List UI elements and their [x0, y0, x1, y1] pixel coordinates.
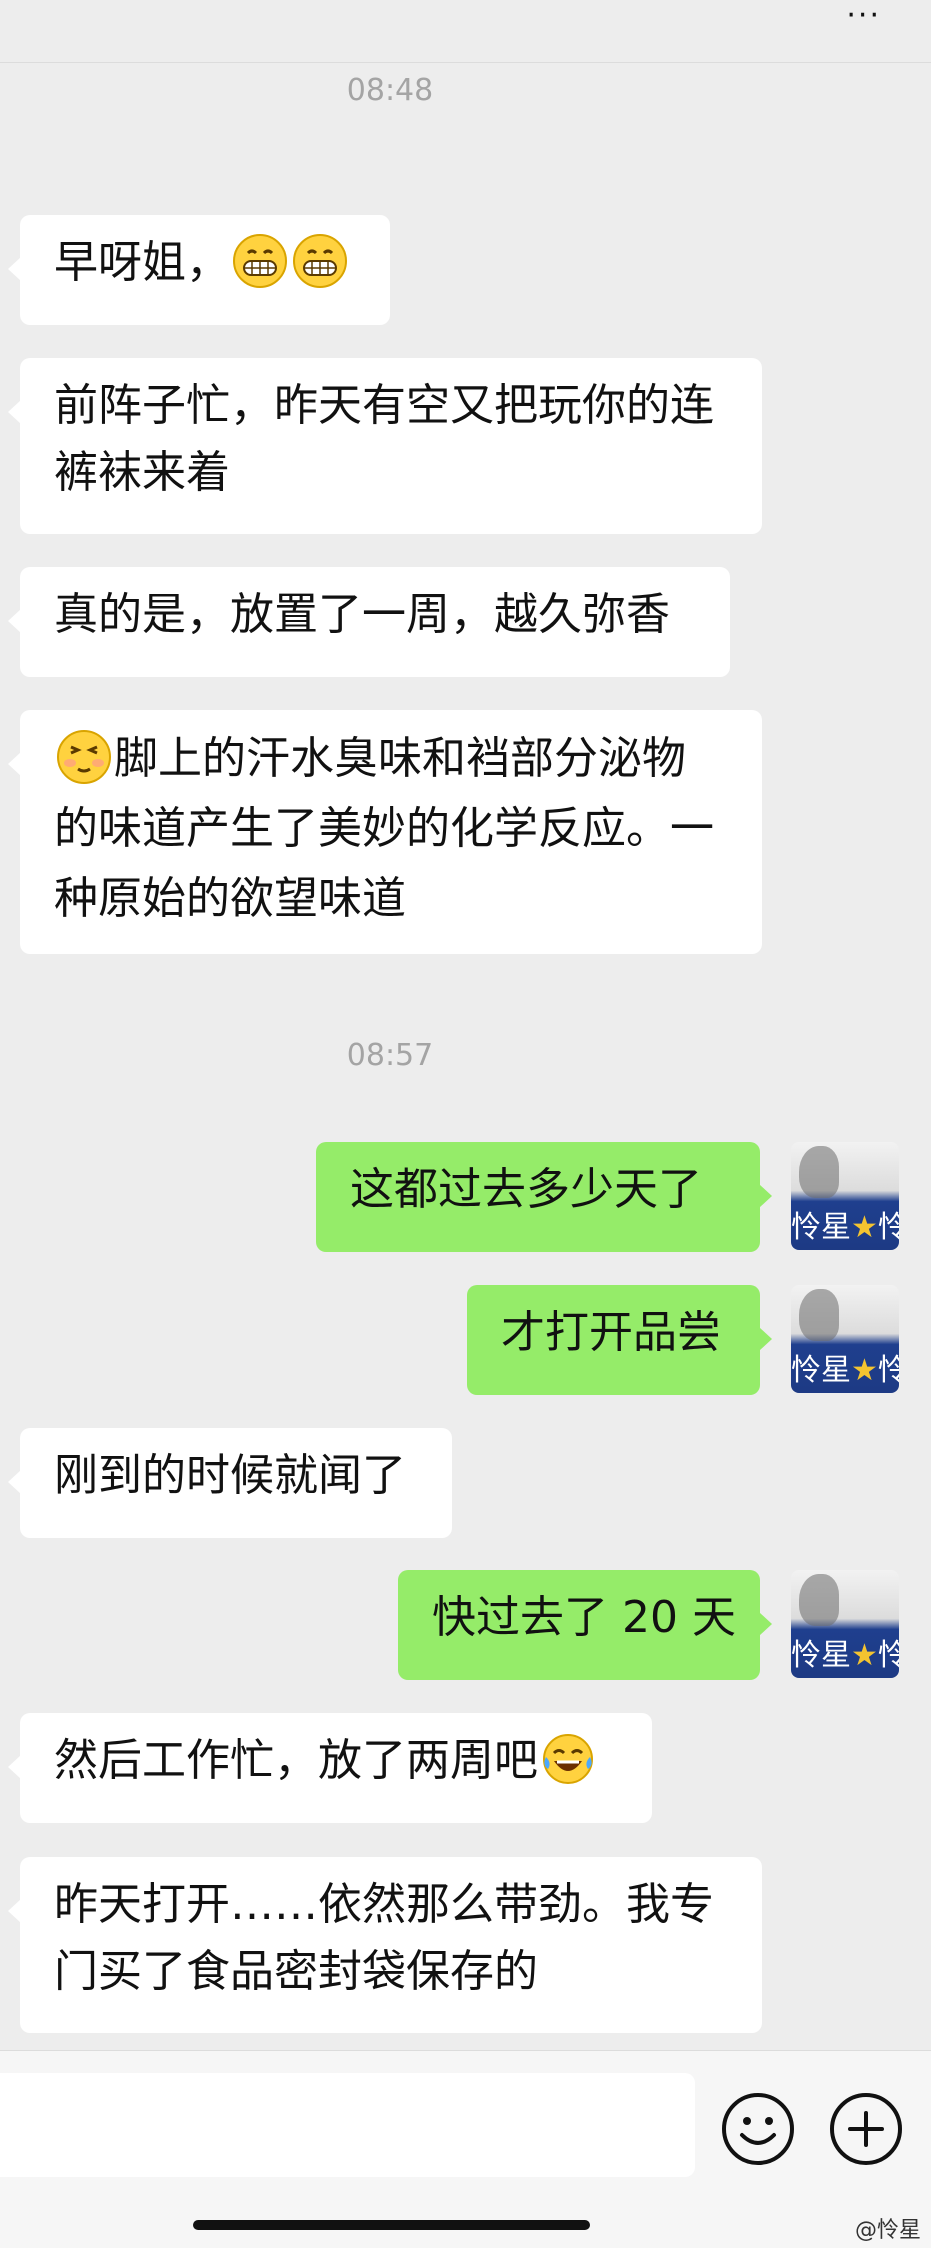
message-line: 脚上的汗水臭味和裆部分泌物: [54, 724, 728, 794]
message-bubble-outgoing[interactable]: 才打开品尝: [467, 1285, 772, 1395]
message-bubble-outgoing[interactable]: 快过去了 20 天: [398, 1570, 772, 1680]
message-line: 早呀姐，: [54, 229, 356, 296]
message-line: 昨天打开……依然那么带劲。我专: [54, 1879, 714, 1930]
avatar-name: 怜星★怜: [791, 1353, 899, 1388]
message-line: 刚到的时候就闻了: [54, 1450, 406, 1501]
input-bar: [0, 2050, 931, 2248]
tears-of-joy-emoji-icon: [543, 1734, 593, 1784]
message-input[interactable]: [0, 2073, 695, 2177]
avatar-portrait: [799, 1574, 839, 1626]
message-bubble-incoming[interactable]: 前阵子忙，昨天有空又把玩你的连 裤袜来着: [8, 358, 762, 534]
grinning-emoji-icon: [233, 234, 287, 288]
timestamp: 08:57: [346, 1038, 434, 1073]
avatar[interactable]: 怜星★怜: [791, 1570, 899, 1678]
chat-header: ···: [0, 0, 931, 63]
avatar-name: 怜星★怜: [791, 1638, 899, 1673]
message-bubble-incoming[interactable]: 真的是，放置了一周，越久弥香: [8, 567, 730, 677]
message-bubble-incoming[interactable]: 昨天打开……依然那么带劲。我专 门买了食品密封袋保存的: [8, 1857, 762, 2033]
avatar-portrait: [799, 1146, 839, 1198]
message-line: 这都过去多少天了: [350, 1164, 702, 1215]
message-line: 才打开品尝: [501, 1307, 721, 1358]
message-bubble-incoming[interactable]: 脚上的汗水臭味和裆部分泌物 的味道产生了美妙的化学反应。一 种原始的欲望味道: [8, 710, 762, 954]
message-line: 快过去了 20 天: [432, 1592, 736, 1643]
home-indicator: [193, 2220, 590, 2230]
message-bubble-incoming[interactable]: 然后工作忙，放了两周吧: [8, 1713, 652, 1823]
avatar[interactable]: 怜星★怜: [791, 1142, 899, 1250]
avatar-name: 怜星★怜: [791, 1210, 899, 1245]
smug-emoji-icon: [57, 730, 111, 784]
message-bubble-incoming[interactable]: 早呀姐，: [8, 215, 390, 325]
message-bubble-incoming[interactable]: 刚到的时候就闻了: [8, 1428, 452, 1538]
plus-circle-icon[interactable]: [828, 2091, 904, 2167]
message-line: 种原始的欲望味道: [54, 873, 406, 924]
message-line: 然后工作忙，放了两周吧: [54, 1727, 618, 1794]
more-options-icon[interactable]: ···: [846, 0, 881, 33]
message-bubble-outgoing[interactable]: 这都过去多少天了: [316, 1142, 772, 1252]
avatar[interactable]: 怜星★怜: [791, 1285, 899, 1393]
watermark: @怜星: [854, 2218, 921, 2243]
timestamp: 08:48: [346, 73, 434, 108]
message-line: 门买了食品密封袋保存的: [54, 1946, 538, 1997]
message-line: 前阵子忙，昨天有空又把玩你的连: [54, 380, 714, 431]
avatar-portrait: [799, 1289, 839, 1341]
message-line: 真的是，放置了一周，越久弥香: [54, 589, 670, 640]
grinning-emoji-icon: [293, 234, 347, 288]
emoji-face-icon[interactable]: [720, 2091, 796, 2167]
message-line: 裤袜来着: [54, 447, 230, 498]
message-line: 的味道产生了美妙的化学反应。一: [54, 803, 714, 854]
